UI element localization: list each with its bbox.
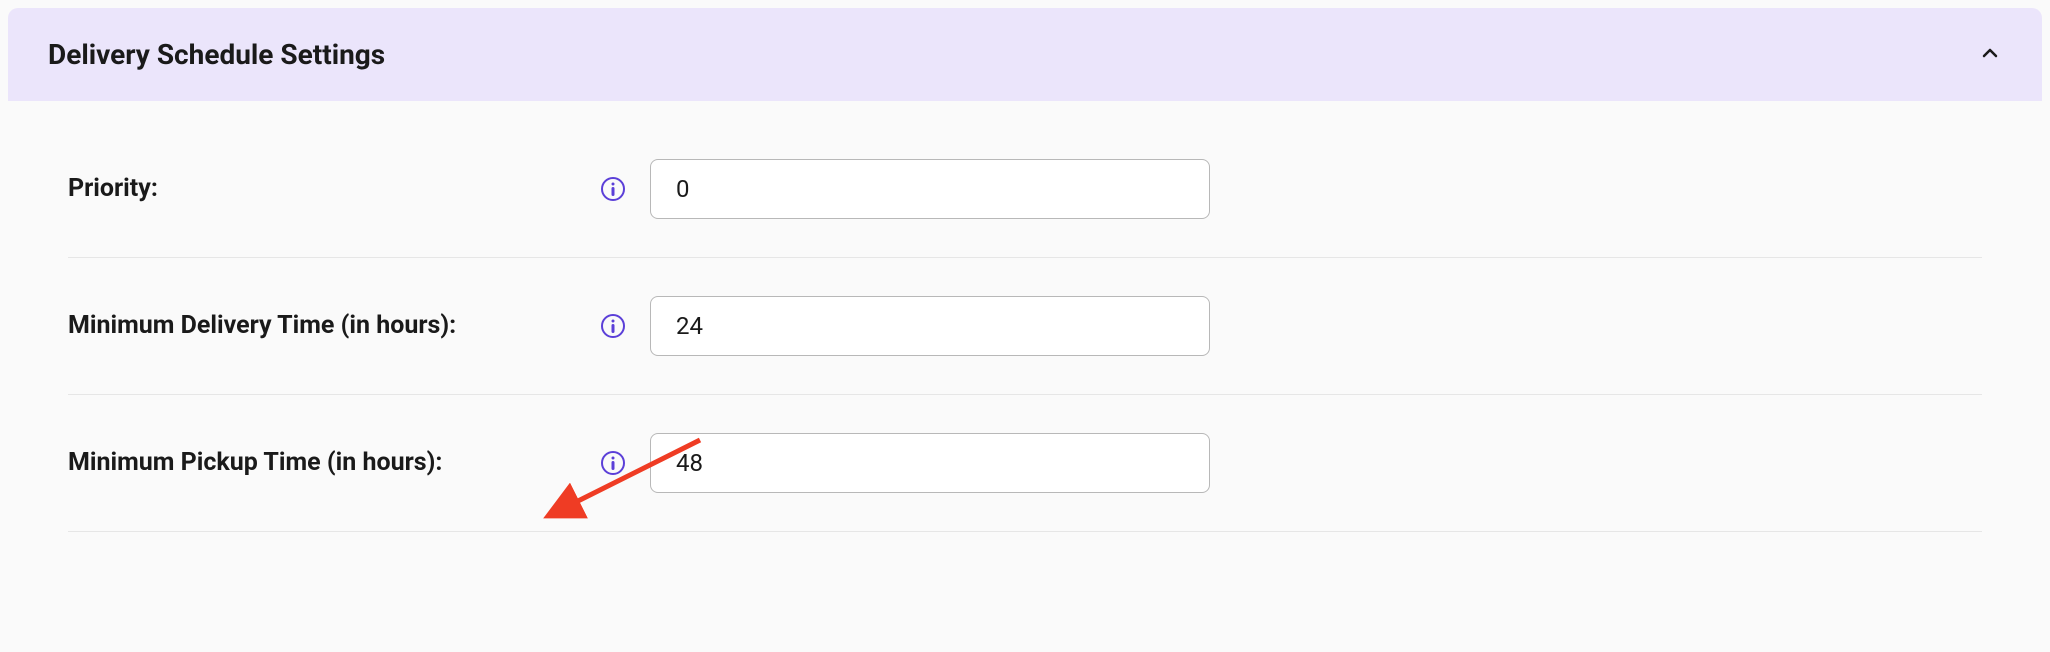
panel-title: Delivery Schedule Settings bbox=[48, 38, 385, 71]
panel-body: Priority: Minimum Delivery Time (in hour… bbox=[8, 101, 2042, 542]
panel-header[interactable]: Delivery Schedule Settings bbox=[8, 8, 2042, 101]
priority-row: Priority: bbox=[68, 121, 1982, 258]
info-icon[interactable] bbox=[601, 451, 625, 475]
priority-label: Priority: bbox=[68, 170, 588, 209]
min-delivery-row: Minimum Delivery Time (in hours): bbox=[68, 258, 1982, 395]
priority-input[interactable] bbox=[650, 159, 1210, 219]
info-icon[interactable] bbox=[601, 314, 625, 338]
min-pickup-label: Minimum Pickup Time (in hours): bbox=[68, 444, 588, 483]
min-delivery-input[interactable] bbox=[650, 296, 1210, 356]
info-icon[interactable] bbox=[601, 177, 625, 201]
chevron-up-icon bbox=[1978, 41, 2002, 69]
settings-panel: Delivery Schedule Settings Priority: Min bbox=[8, 8, 2042, 542]
min-pickup-input[interactable] bbox=[650, 433, 1210, 493]
min-delivery-label: Minimum Delivery Time (in hours): bbox=[68, 307, 588, 346]
min-pickup-row: Minimum Pickup Time (in hours): bbox=[68, 395, 1982, 532]
